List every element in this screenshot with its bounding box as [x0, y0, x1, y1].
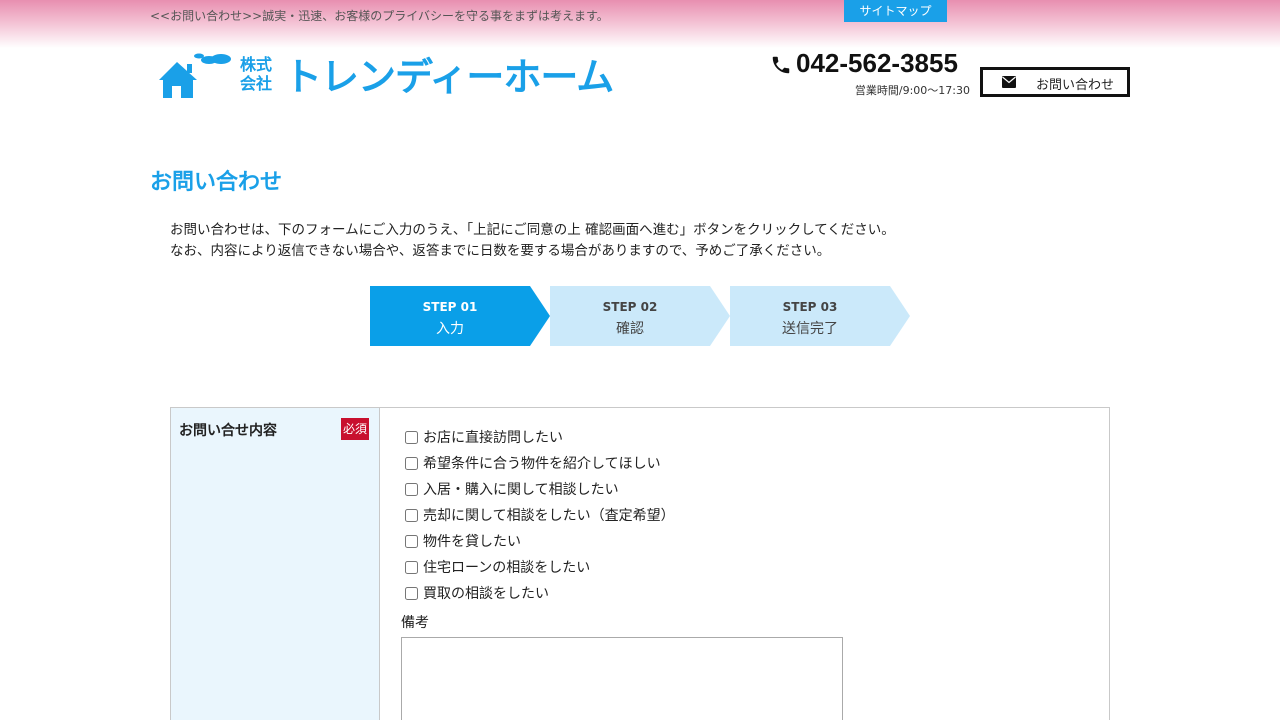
option-label: 物件を貸したい — [423, 534, 521, 550]
business-hours: 営業時間/9:00～17:30 — [854, 84, 970, 97]
step-indicator: STEP 01 入力 STEP 02 確認 STEP 03 送信完了 — [370, 286, 910, 346]
phone-block: 042-562-3855 営業時間/9:00～17:30 — [770, 48, 970, 98]
option-rent-out[interactable]: 物件を貸したい — [403, 528, 675, 554]
option-buyback[interactable]: 買取の相談をしたい — [403, 580, 675, 606]
inquiry-form: お問い合せ内容 必須 お店に直接訪問したい 希望条件に合う物件を紹介してほしい … — [170, 407, 1110, 720]
option-sale-appraisal[interactable]: 売却に関して相談をしたい（査定希望） — [403, 502, 675, 528]
option-property-introduction[interactable]: 希望条件に合う物件を紹介してほしい — [403, 450, 675, 476]
inquiry-type-label: お問い合せ内容 — [179, 423, 277, 439]
option-housing-loan-checkbox[interactable] — [405, 560, 418, 574]
option-buyback-checkbox[interactable] — [405, 586, 418, 600]
option-move-in-purchase-checkbox[interactable] — [405, 482, 418, 496]
step-1-label: 入力 — [436, 321, 464, 337]
step-2-number: STEP 02 — [602, 300, 658, 314]
phone-icon — [772, 56, 790, 74]
step-1: STEP 01 入力 — [370, 286, 550, 346]
option-housing-loan[interactable]: 住宅ローンの相談をしたい — [403, 554, 675, 580]
logo-company-type: 株式 会社 — [240, 55, 273, 93]
step-3-label: 送信完了 — [782, 321, 838, 337]
step-2-label: 確認 — [616, 321, 644, 337]
option-label: お店に直接訪問したい — [423, 430, 563, 446]
step-1-number: STEP 01 — [422, 300, 478, 314]
intro-line-1: お問い合わせは、下のフォームにご入力のうえ、「上記にご同意の上 確認画面へ進む」… — [170, 222, 895, 238]
option-property-introduction-checkbox[interactable] — [405, 456, 418, 470]
option-rent-out-checkbox[interactable] — [405, 534, 418, 548]
option-sale-appraisal-checkbox[interactable] — [405, 508, 418, 522]
remarks-label: 備考 — [401, 615, 429, 631]
sitemap-button[interactable]: サイトマップ — [844, 0, 947, 22]
option-label: 住宅ローンの相談をしたい — [423, 560, 591, 576]
option-label: 入居・購入に関して相談したい — [423, 482, 619, 498]
required-badge: 必須 — [341, 418, 369, 440]
option-label: 売却に関して相談をしたい（査定希望） — [423, 508, 675, 524]
option-label: 買取の相談をしたい — [423, 586, 549, 602]
header-tagline: <<お問い合わせ>>誠実・迅速、お客様のプライバシーを守る事をまずは考えます。 — [150, 9, 609, 23]
remarks-textarea[interactable] — [401, 637, 843, 720]
option-move-in-purchase[interactable]: 入居・購入に関して相談したい — [403, 476, 675, 502]
page-title: お問い合わせ — [150, 170, 283, 195]
contact-button[interactable]: お問い合わせ — [980, 67, 1130, 97]
inquiry-options: お店に直接訪問したい 希望条件に合う物件を紹介してほしい 入居・購入に関して相談… — [403, 424, 675, 606]
step-2: STEP 02 確認 — [550, 286, 730, 346]
top-bar: <<お問い合わせ>>誠実・迅速、お客様のプライバシーを守る事をまずは考えます。 … — [0, 0, 1280, 48]
step-3-number: STEP 03 — [782, 300, 838, 314]
intro-text: お問い合わせは、下のフォームにご入力のうえ、「上記にご同意の上 確認画面へ進む」… — [170, 220, 895, 262]
house-logo-icon — [159, 53, 231, 98]
contact-button-label: お問い合わせ — [1036, 78, 1115, 93]
phone-number[interactable]: 042-562-3855 — [796, 48, 958, 79]
intro-line-2: なお、内容により返信できない場合や、返答までに日数を要する場合がありますので、予… — [170, 243, 831, 259]
form-label-cell: お問い合せ内容 必須 — [171, 408, 380, 720]
logo-company-name: トレンディーホーム — [284, 55, 614, 99]
option-visit-store-checkbox[interactable] — [405, 430, 418, 444]
mail-icon — [1002, 76, 1016, 88]
option-label: 希望条件に合う物件を紹介してほしい — [423, 456, 661, 472]
option-visit-store[interactable]: お店に直接訪問したい — [403, 424, 675, 450]
step-3: STEP 03 送信完了 — [730, 286, 910, 346]
site-logo[interactable]: 株式 会社 トレンディーホーム — [157, 52, 642, 102]
